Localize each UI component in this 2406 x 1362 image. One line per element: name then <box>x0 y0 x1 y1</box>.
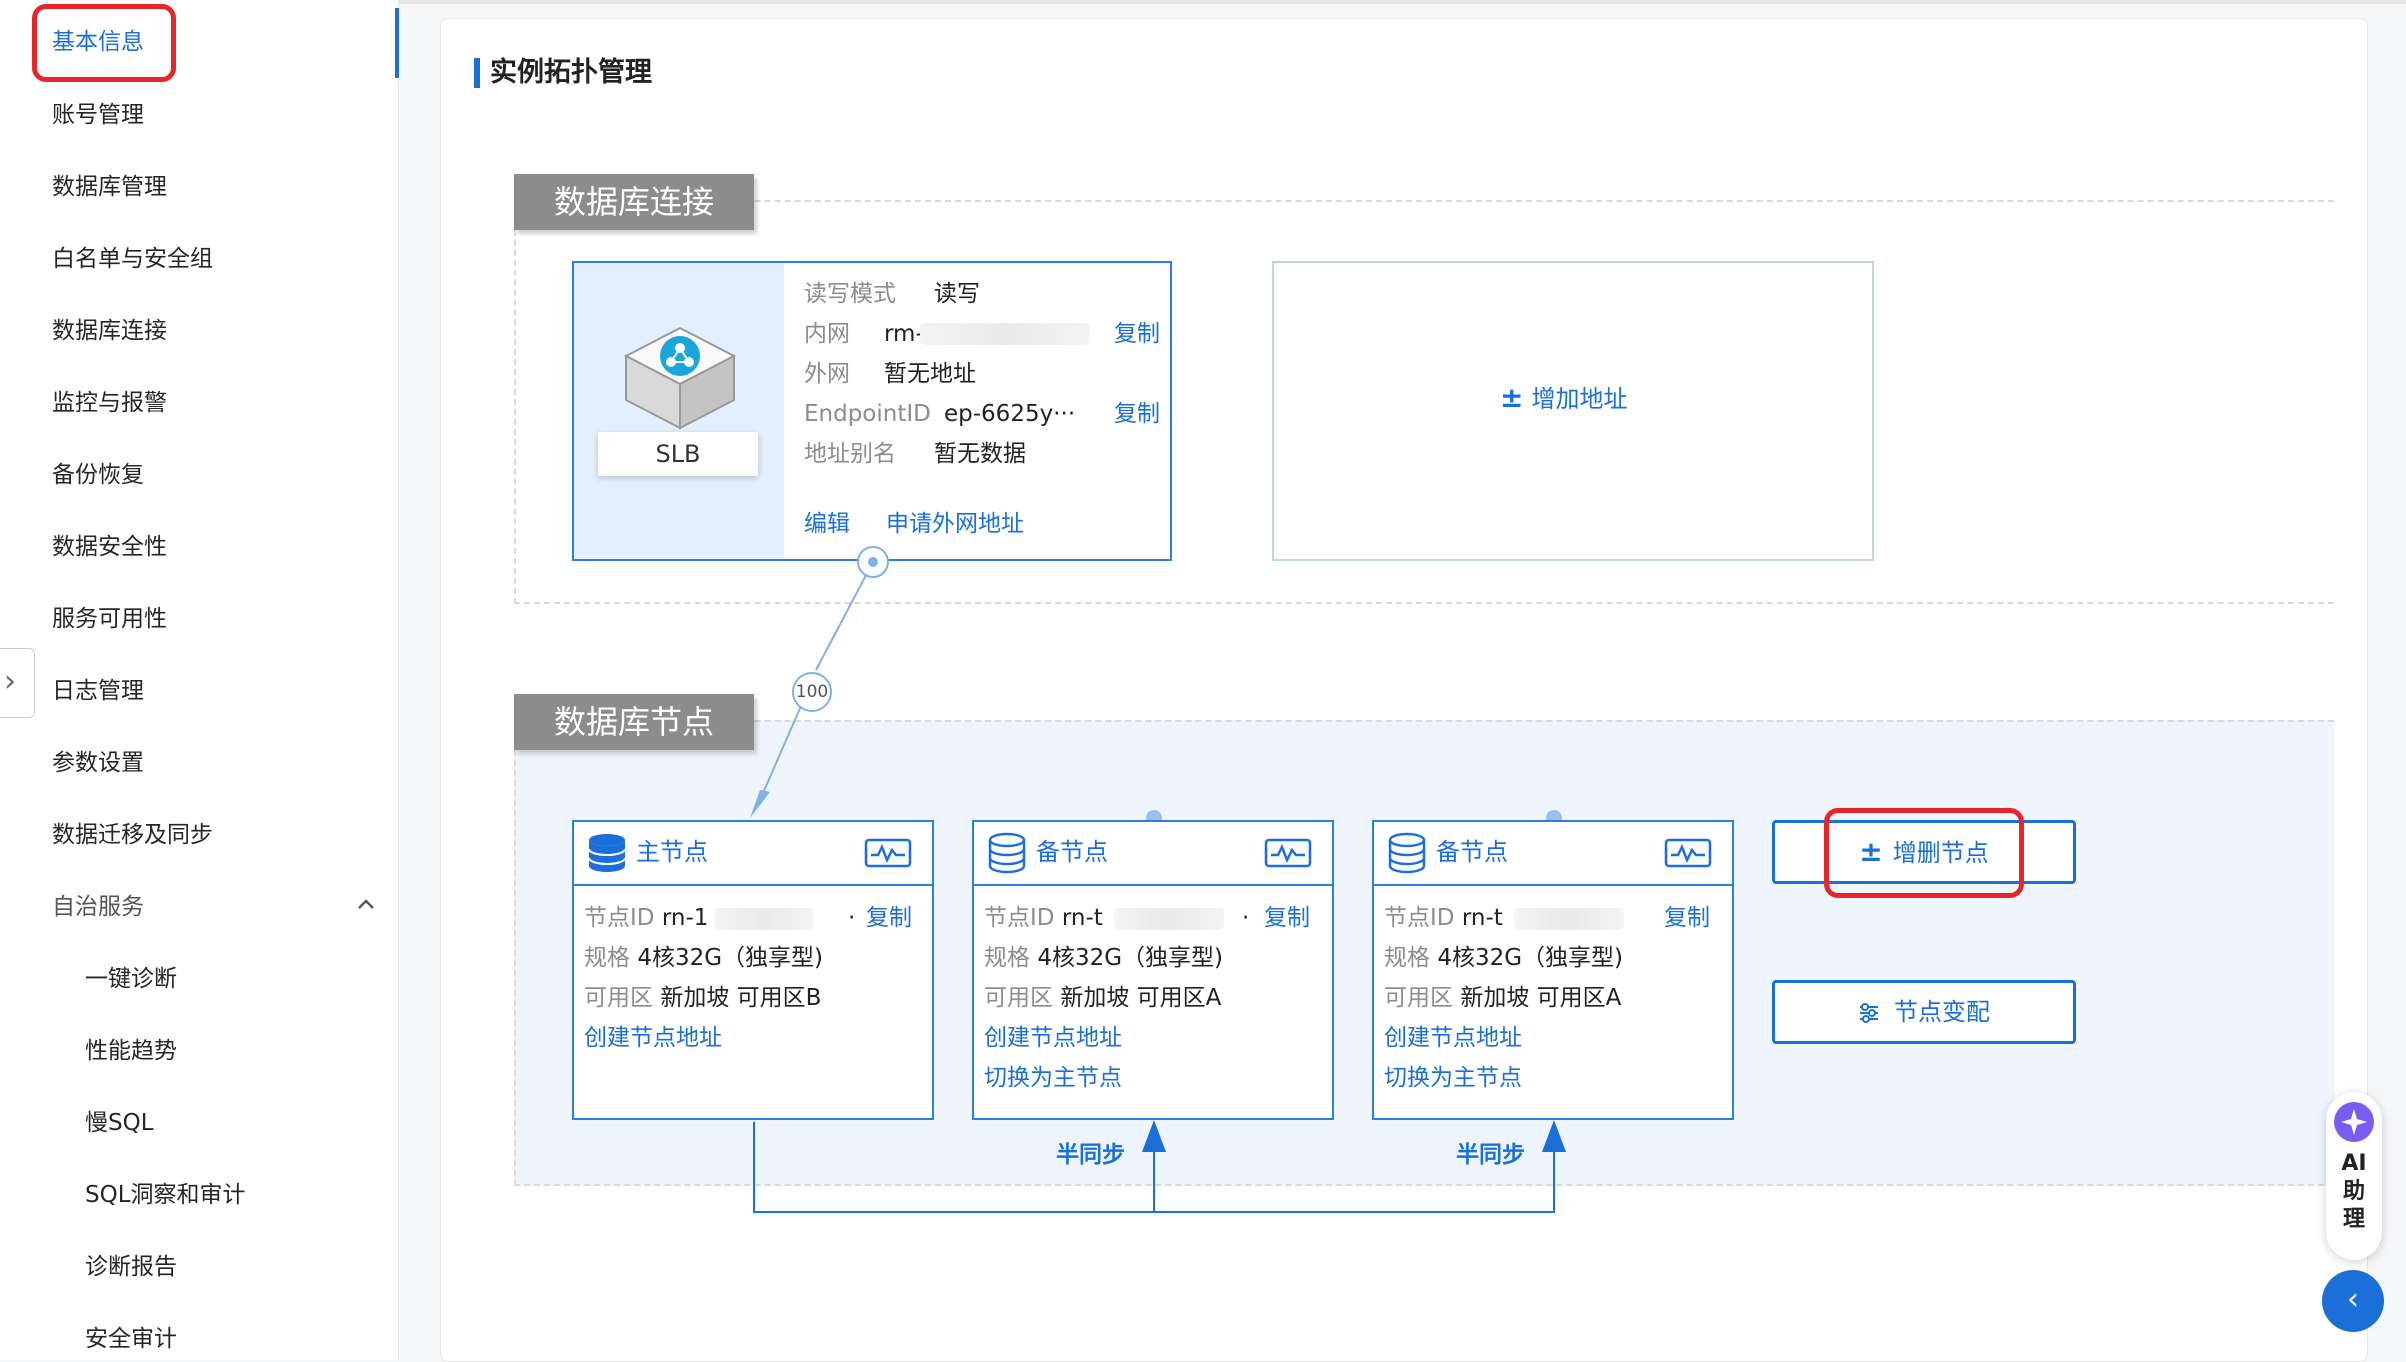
database-icon <box>988 832 1026 874</box>
copy-node-id-button[interactable]: 复制 <box>1664 902 1710 934</box>
switch-to-primary-link[interactable]: 切换为主节点 <box>984 1062 1122 1094</box>
zone-value: 新加坡 可用区A <box>1060 985 1222 1011</box>
monitor-chart-icon[interactable] <box>864 838 912 868</box>
node-card-secondary-1: 备节点 节点ID rn-t · 复制 规格 4核32G（独享型) 可用区 新加坡… <box>972 820 1334 1120</box>
create-node-address-link[interactable]: 创建节点地址 <box>1384 1022 1522 1054</box>
node-header: 备节点 <box>974 822 1332 886</box>
spec-key: 规格 <box>984 945 1030 971</box>
zone-key: 可用区 <box>584 985 653 1011</box>
create-node-address-link[interactable]: 创建节点地址 <box>584 1022 722 1054</box>
highlight-add-remove-nodes <box>1824 808 2024 898</box>
database-icon <box>588 834 626 872</box>
spec-value: 4核32G（独享型) <box>1037 945 1224 971</box>
spec-key: 规格 <box>584 945 630 971</box>
spec-value: 4核32G（独享型) <box>637 945 824 971</box>
node-id-key: 节点ID <box>1384 905 1455 931</box>
node-config-change-button[interactable]: 节点变配 <box>1772 980 2076 1044</box>
spec-key: 规格 <box>1384 945 1430 971</box>
create-node-address-link[interactable]: 创建节点地址 <box>984 1022 1122 1054</box>
copy-node-id-button[interactable]: 复制 <box>866 902 912 934</box>
zone-key: 可用区 <box>1384 985 1453 1011</box>
copy-node-id-button[interactable]: 复制 <box>1264 902 1310 934</box>
node-title: 主节点 <box>636 838 708 866</box>
zone-value: 新加坡 可用区B <box>660 985 822 1011</box>
node-id-value: rn-1 <box>661 905 709 931</box>
zone-value: 新加坡 可用区A <box>1460 985 1622 1011</box>
database-icon <box>1388 832 1426 874</box>
node-id-suffix: · <box>848 905 856 931</box>
ai-sparkle-icon <box>2334 1102 2374 1142</box>
zone-key: 可用区 <box>984 985 1053 1011</box>
spec-value: 4核32G（独享型) <box>1437 945 1624 971</box>
monitor-chart-icon[interactable] <box>1264 838 1312 868</box>
node-id-key: 节点ID <box>984 905 1055 931</box>
node-title: 备节点 <box>1036 838 1108 866</box>
node-id-key: 节点ID <box>584 905 655 931</box>
redacted-node-id <box>1114 908 1224 930</box>
node-card-primary: 主节点 节点ID rn-1 · 复制 规格 4核32G（独享型) 可用区 新加坡… <box>572 820 934 1120</box>
collapse-assistant-button[interactable]: ‹ <box>2322 1270 2384 1332</box>
node-id-value: rn-t <box>1061 905 1103 931</box>
topology-connectors <box>750 546 1566 1213</box>
sync-label-1: 半同步 <box>1056 1142 1125 1168</box>
node-id-suffix: · <box>1242 905 1250 931</box>
node-title: 备节点 <box>1436 838 1508 866</box>
redacted-node-id <box>1514 908 1624 930</box>
node-card-secondary-2: 备节点 节点ID rn-t 复制 规格 4核32G（独享型) 可用区 新加坡 可… <box>1372 820 1734 1120</box>
node-header: 主节点 <box>574 822 932 886</box>
monitor-chart-icon[interactable] <box>1664 838 1712 868</box>
ai-label-line3: 理 <box>2342 1207 2365 1232</box>
weight-badge: 100 <box>792 672 832 712</box>
sync-label-2: 半同步 <box>1456 1142 1525 1168</box>
redacted-node-id <box>714 908 814 930</box>
node-header: 备节点 <box>1374 822 1732 886</box>
ai-label-line1: AI <box>2341 1151 2367 1176</box>
ai-label-line2: 助 <box>2342 1179 2365 1204</box>
node-config-change-label: 节点变配 <box>1894 998 1990 1026</box>
switch-to-primary-link[interactable]: 切换为主节点 <box>1384 1062 1522 1094</box>
sliders-icon <box>1860 1003 1878 1023</box>
node-id-value: rn-t <box>1461 905 1503 931</box>
ai-assistant-label: AI 助 理 <box>2338 1150 2370 1234</box>
